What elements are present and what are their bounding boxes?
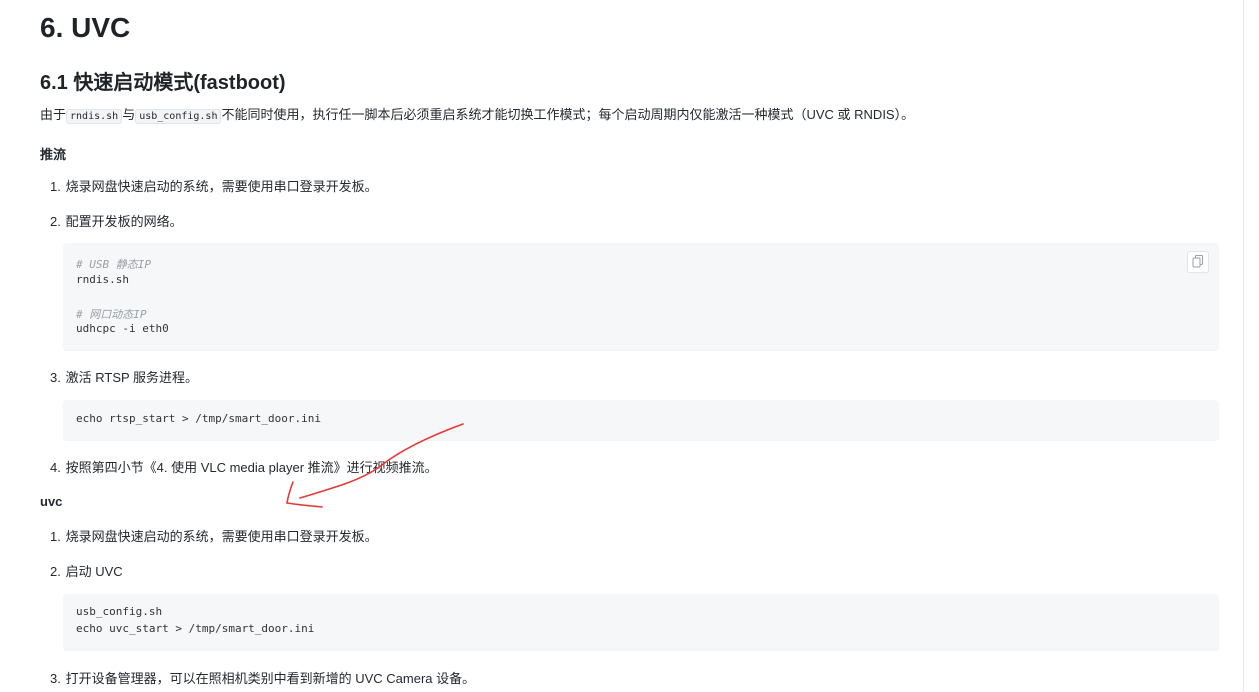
annotation-arrow-icon: [286, 423, 464, 508]
